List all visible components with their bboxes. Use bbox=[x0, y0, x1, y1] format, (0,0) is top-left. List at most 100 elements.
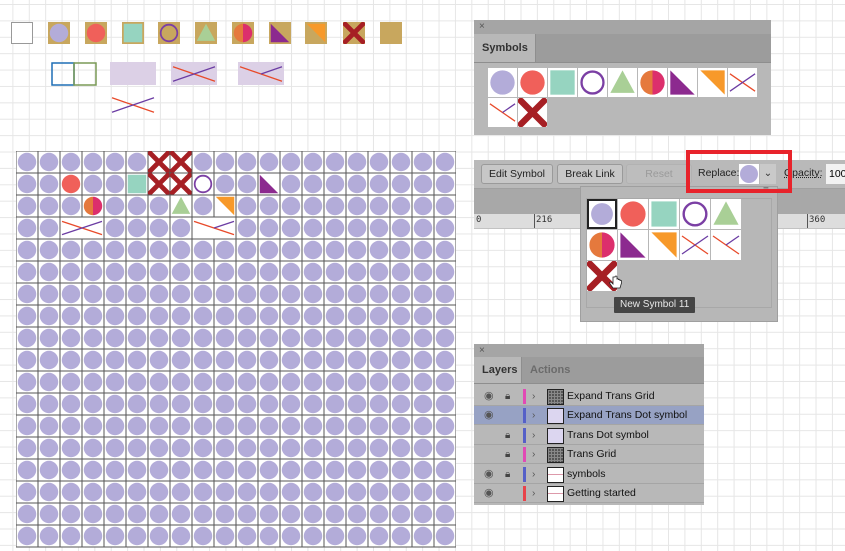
grid-cell[interactable] bbox=[345, 436, 369, 460]
grid-cell[interactable] bbox=[257, 502, 281, 526]
grid-cell[interactable] bbox=[37, 392, 61, 416]
chevron-right-icon[interactable]: › bbox=[532, 387, 535, 406]
symbol-violet-triangle[interactable] bbox=[618, 230, 648, 260]
grid-cell[interactable] bbox=[16, 524, 39, 548]
tab-actions[interactable]: Actions bbox=[522, 357, 574, 383]
grid-cell[interactable] bbox=[213, 194, 237, 218]
grid-cell[interactable] bbox=[103, 216, 127, 240]
grid-cell[interactable] bbox=[301, 282, 325, 306]
grid-cell[interactable] bbox=[191, 304, 215, 328]
grid-cell[interactable] bbox=[323, 414, 347, 438]
grid-cell[interactable] bbox=[257, 458, 281, 482]
grid-cell[interactable] bbox=[125, 392, 149, 416]
grid-cell[interactable] bbox=[235, 304, 259, 328]
grid-cell[interactable] bbox=[301, 370, 325, 394]
grid-cell[interactable] bbox=[213, 524, 237, 548]
grid-cell[interactable] bbox=[59, 480, 83, 504]
break-link-button[interactable]: Break Link bbox=[557, 164, 623, 184]
grid-cell[interactable] bbox=[301, 480, 325, 504]
grid-cell[interactable] bbox=[345, 348, 369, 372]
grid-cell[interactable] bbox=[323, 282, 347, 306]
grid-cell[interactable] bbox=[367, 282, 391, 306]
grid-cell[interactable] bbox=[169, 458, 193, 482]
sample-line-cross[interactable] bbox=[110, 93, 156, 117]
grid-cell[interactable] bbox=[257, 194, 281, 218]
grid-cell[interactable] bbox=[279, 480, 303, 504]
grid-cell[interactable] bbox=[59, 458, 83, 482]
grid-cell[interactable] bbox=[279, 502, 303, 526]
grid-cell[interactable] bbox=[191, 370, 215, 394]
grid-cell[interactable] bbox=[191, 238, 215, 262]
grid-cell[interactable] bbox=[103, 436, 127, 460]
grid-cell[interactable] bbox=[345, 172, 369, 196]
grid-cell[interactable] bbox=[103, 304, 127, 328]
grid-cell[interactable] bbox=[125, 458, 149, 482]
grid-cell[interactable] bbox=[213, 304, 237, 328]
sample-coral-circle[interactable] bbox=[85, 22, 107, 44]
grid-cell[interactable] bbox=[389, 458, 413, 482]
grid-cell[interactable] bbox=[279, 260, 303, 284]
grid-cell[interactable] bbox=[16, 480, 39, 504]
grid-cell[interactable] bbox=[16, 414, 39, 438]
grid-cell[interactable] bbox=[37, 194, 61, 218]
reset-button[interactable]: Reset bbox=[626, 164, 692, 184]
grid-cell[interactable] bbox=[213, 260, 237, 284]
grid-cell[interactable] bbox=[147, 151, 171, 174]
grid-cell[interactable] bbox=[81, 260, 105, 284]
symbol-purple-ring[interactable] bbox=[680, 199, 710, 229]
grid-cell[interactable] bbox=[279, 238, 303, 262]
grid-cell[interactable] bbox=[345, 282, 369, 306]
sample-violet-triangle[interactable] bbox=[269, 22, 291, 44]
symbol-coral-circle[interactable] bbox=[618, 199, 648, 229]
grid-cell[interactable] bbox=[103, 480, 127, 504]
grid-cell[interactable] bbox=[59, 216, 105, 240]
grid-cell[interactable] bbox=[323, 392, 347, 416]
grid-cell[interactable] bbox=[147, 172, 171, 196]
grid-cell[interactable] bbox=[279, 172, 303, 196]
grid-cell[interactable] bbox=[257, 414, 281, 438]
grid-cell[interactable] bbox=[37, 480, 61, 504]
grid-cell[interactable] bbox=[257, 392, 281, 416]
sample-lavender-rect[interactable] bbox=[110, 62, 156, 86]
grid-cell[interactable] bbox=[59, 392, 83, 416]
symbol-sage-triangle[interactable] bbox=[608, 68, 637, 97]
grid-cell[interactable] bbox=[147, 436, 171, 460]
lock-icon[interactable]: 🔒︎ bbox=[505, 387, 510, 406]
chevron-right-icon[interactable]: › bbox=[532, 484, 535, 503]
grid-cell[interactable] bbox=[323, 524, 347, 548]
grid-cell[interactable] bbox=[367, 414, 391, 438]
grid-cell[interactable] bbox=[433, 458, 456, 482]
grid-cell[interactable] bbox=[345, 304, 369, 328]
grid-cell[interactable] bbox=[433, 370, 456, 394]
grid-cell[interactable] bbox=[389, 414, 413, 438]
grid-cell[interactable] bbox=[213, 392, 237, 416]
grid-cell[interactable] bbox=[389, 480, 413, 504]
grid-cell[interactable] bbox=[389, 216, 413, 240]
grid-cell[interactable] bbox=[411, 480, 435, 504]
grid-cell[interactable] bbox=[367, 480, 391, 504]
grid-cell[interactable] bbox=[411, 282, 435, 306]
grid-cell[interactable] bbox=[389, 151, 413, 174]
grid-cell[interactable] bbox=[191, 458, 215, 482]
symbol-line-half-cross[interactable] bbox=[488, 98, 517, 127]
grid-cell[interactable] bbox=[213, 458, 237, 482]
chevron-right-icon[interactable]: › bbox=[532, 406, 535, 425]
grid-cell[interactable] bbox=[103, 260, 127, 284]
grid-cell[interactable] bbox=[37, 414, 61, 438]
grid-cell[interactable] bbox=[37, 370, 61, 394]
grid-cell[interactable] bbox=[191, 502, 215, 526]
grid-cell[interactable] bbox=[81, 194, 105, 218]
grid-cell[interactable] bbox=[169, 216, 193, 240]
grid-cell[interactable] bbox=[411, 524, 435, 548]
grid-cell[interactable] bbox=[367, 216, 391, 240]
grid-cell[interactable] bbox=[433, 436, 456, 460]
grid-cell[interactable] bbox=[301, 348, 325, 372]
grid-cell[interactable] bbox=[16, 260, 39, 284]
grid-cell[interactable] bbox=[59, 524, 83, 548]
grid-cell[interactable] bbox=[367, 151, 391, 174]
layer-row[interactable]: ◉ › Getting started bbox=[474, 484, 704, 503]
grid-cell[interactable] bbox=[147, 414, 171, 438]
symbol-orange-triangle[interactable] bbox=[698, 68, 727, 97]
grid-cell[interactable] bbox=[213, 151, 237, 174]
grid-cell[interactable] bbox=[389, 260, 413, 284]
